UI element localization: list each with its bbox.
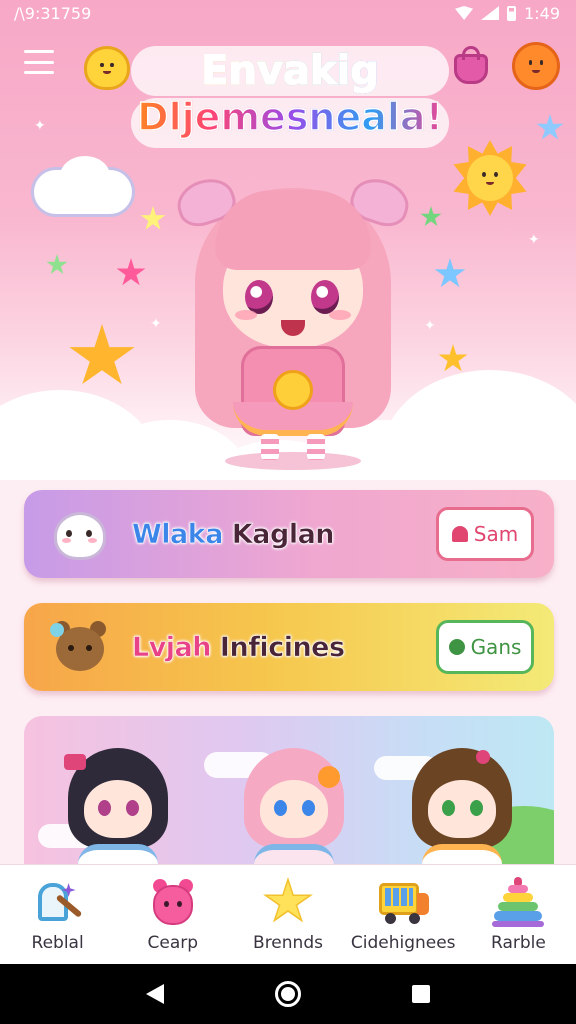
status-icons: 1:49 [455, 4, 560, 23]
card-1-title-part2: Kaglan [231, 518, 335, 550]
nav-item-rarble[interactable]: Rarble [461, 865, 576, 964]
nav-item-cearp[interactable]: Cearp [115, 865, 230, 964]
card-1-title: Wlaka Kaglan [132, 518, 335, 550]
card-1-button[interactable]: Sam [436, 507, 534, 561]
back-icon[interactable] [145, 984, 164, 1004]
card-2-button[interactable]: Gans [436, 620, 534, 674]
sparkle-decoration: ✦ [34, 118, 46, 134]
hero-section: Envakig Dljemesneala! ✦ ✦ ✦ ✦ [0, 0, 576, 480]
anime-girl-character [171, 170, 415, 470]
signal-icon [481, 6, 500, 20]
system-navigation-bar [0, 964, 576, 1024]
nav-label: Cearp [147, 933, 199, 953]
sparkle-decoration: ✦ [528, 232, 540, 248]
star-decoration [420, 206, 442, 227]
smiley-profile-icon[interactable] [512, 42, 560, 90]
star-icon [262, 877, 314, 927]
nav-item-cidehignees[interactable]: Cidehignees [346, 865, 461, 964]
feature-card-1[interactable]: Wlaka Kaglan Sam [24, 490, 554, 578]
title-line-1: Envakig [130, 47, 450, 95]
pink-hair-girl [234, 740, 354, 876]
title-line-2: Dljemesneala! [130, 94, 450, 140]
star-decoration [434, 258, 466, 288]
status-bar: /\9:31759 1:49 [0, 0, 576, 26]
card-1-button-label: Sam [473, 522, 519, 546]
sun-icon [452, 140, 528, 216]
card-1-title-part1: Wlaka [132, 518, 224, 550]
home-icon[interactable] [274, 981, 301, 1007]
stacking-rings-icon [492, 877, 545, 927]
sparkle-decoration: ✦ [424, 318, 436, 334]
nav-label: Reblal [31, 933, 84, 953]
truck-icon [377, 877, 430, 927]
black-hair-girl [58, 740, 178, 876]
status-time: 1:49 [524, 3, 560, 23]
card-2-title-part1: Lvjah [132, 631, 212, 663]
nav-label: Cidehignees [350, 933, 456, 953]
bag-icon[interactable] [448, 44, 494, 88]
nav-item-brennds[interactable]: Brennds [230, 865, 345, 964]
nav-label: Brennds [253, 933, 323, 953]
card-2-title-part2: Inficines [219, 631, 346, 663]
star-decoration [116, 258, 146, 286]
cat-mascot-icon [48, 504, 112, 564]
bear-icon [147, 877, 199, 927]
bottom-navigation: Reblal Cearp Brennds Cidehignees Rarble [0, 864, 576, 964]
bear-face-icon [84, 46, 130, 90]
battery-icon [507, 5, 517, 21]
brown-hair-girl [402, 740, 522, 876]
card-2-button-label: Gans [470, 635, 522, 659]
sparkle-decoration: ✦ [150, 316, 162, 332]
star-decoration [140, 206, 166, 230]
chair-icon [451, 526, 468, 542]
wifi-icon [455, 6, 474, 20]
nav-label: Rarble [491, 933, 546, 953]
teddy-bear-icon [48, 617, 112, 677]
card-2-title: Lvjah Inficines [132, 631, 346, 663]
feature-card-2[interactable]: Lvjah Inficines Gans [24, 603, 554, 691]
nav-item-reblal[interactable]: Reblal [0, 865, 115, 964]
cloud-decoration [60, 156, 110, 196]
status-left-text: /\9:31759 [14, 3, 92, 23]
star-decoration [536, 114, 564, 140]
magnifier-icon [448, 639, 465, 655]
characters-banner[interactable] [24, 716, 554, 876]
star-decoration [46, 254, 68, 275]
app-title: Envakig Dljemesneala! [130, 47, 450, 140]
recent-apps-icon[interactable] [412, 985, 431, 1003]
magic-wand-icon [32, 877, 84, 927]
hamburger-menu-icon[interactable] [24, 50, 54, 74]
